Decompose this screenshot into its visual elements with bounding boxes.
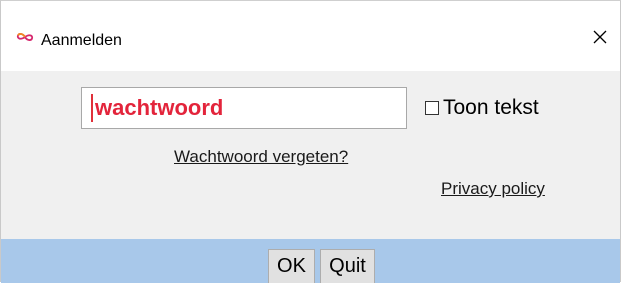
- ok-button[interactable]: OK: [268, 249, 315, 283]
- infinity-logo-icon: [16, 33, 34, 41]
- button-bar: OK Quit: [1, 239, 620, 283]
- password-input[interactable]: [93, 95, 375, 121]
- login-dialog: Aanmelden Toon tekst Wachtwoord vergeten…: [0, 0, 621, 283]
- privacy-policy-link[interactable]: Privacy policy: [441, 179, 545, 199]
- show-text-checkbox[interactable]: [425, 101, 439, 115]
- show-text-toggle[interactable]: Toon tekst: [425, 96, 539, 120]
- window-title: Aanmelden: [41, 32, 122, 49]
- password-field[interactable]: [81, 87, 407, 129]
- dialog-content: Toon tekst Wachtwoord vergeten? Privacy …: [1, 71, 620, 239]
- forgot-password-link[interactable]: Wachtwoord vergeten?: [174, 147, 348, 167]
- show-text-label: Toon tekst: [443, 96, 539, 119]
- close-button[interactable]: [580, 17, 620, 57]
- title-bar: Aanmelden: [1, 1, 620, 71]
- close-icon: [593, 30, 607, 44]
- quit-button[interactable]: Quit: [320, 249, 375, 283]
